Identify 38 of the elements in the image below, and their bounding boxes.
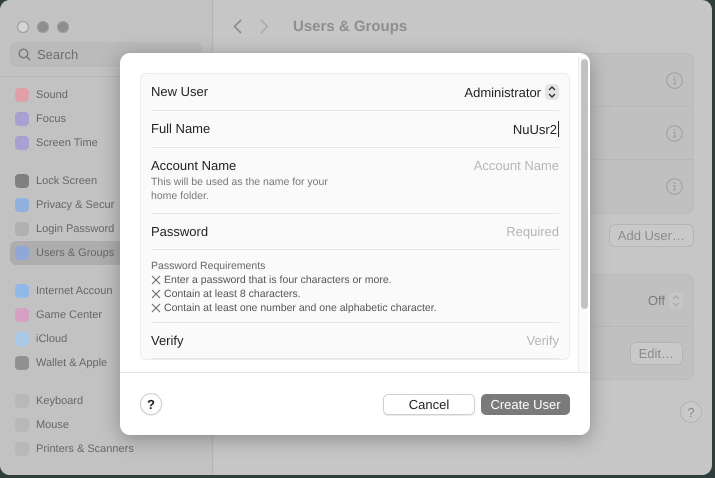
back-icon[interactable]	[233, 19, 242, 34]
sidebar-item[interactable]: Mouse	[10, 413, 202, 437]
scroll-bar[interactable]	[578, 57, 588, 372]
help-button[interactable]: ?	[680, 401, 702, 423]
edit-button[interactable]: Edit…	[630, 342, 683, 364]
input-field[interactable]: Required	[409, 224, 559, 240]
field-label: Password	[151, 224, 208, 240]
sidebar-item[interactable]: Printers & Scanners	[10, 437, 202, 461]
minimize-icon[interactable]	[37, 21, 49, 33]
input-field[interactable]: Account Name	[409, 158, 559, 173]
add-user-button[interactable]: Add User…	[608, 224, 694, 247]
window-title: Users & Groups	[293, 18, 408, 35]
info-icon[interactable]	[666, 72, 683, 88]
create-user-button[interactable]: Create User	[481, 394, 570, 414]
forward-icon[interactable]	[260, 19, 269, 34]
info-icon[interactable]	[666, 124, 683, 142]
requirement-text: Enter a password that is four characters or more.	[164, 274, 392, 286]
stepper-icon	[669, 292, 683, 308]
account-type-popup[interactable]: Administrator	[464, 84, 559, 100]
automatic-login-popup[interactable]: Off	[648, 292, 683, 308]
field-label: Account Name	[151, 158, 238, 173]
stepper-icon	[545, 84, 559, 100]
field-hint: This will be used as the name for your home folder.	[151, 176, 329, 204]
sidebar-item[interactable]: Wallet & Apple	[10, 351, 202, 375]
help-button[interactable]: ?	[140, 393, 162, 415]
info-icon[interactable]	[666, 178, 683, 195]
input-field[interactable]: Verify	[409, 333, 559, 348]
close-icon[interactable]	[17, 21, 29, 33]
requirement-text: Contain at least 8 characters.	[164, 288, 301, 300]
input-field[interactable]: NuUsr2	[508, 122, 557, 136]
field-label: New User	[151, 84, 208, 99]
text-cursor	[558, 121, 559, 137]
search-icon	[18, 48, 31, 61]
requirement-text: Contain at least one number and one alphabetic character.	[164, 302, 437, 314]
zoom-icon[interactable]	[57, 21, 69, 33]
cancel-button[interactable]: Cancel	[383, 394, 475, 414]
field-label: Full Name	[151, 121, 210, 136]
field-label: Verify	[151, 333, 184, 348]
